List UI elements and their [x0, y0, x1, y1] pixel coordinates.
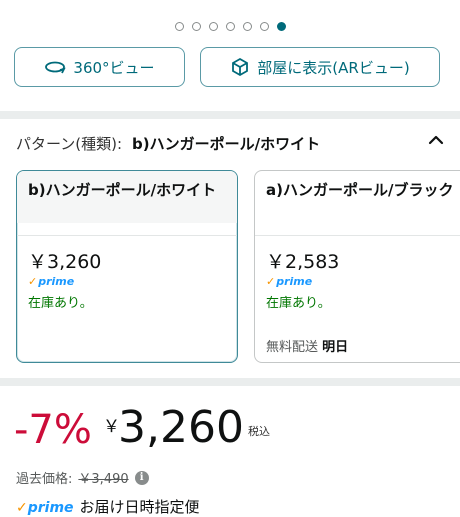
past-price-value: ￥3,490: [78, 472, 129, 487]
variation-label: パターン(種類):: [16, 134, 123, 153]
delivery-option: ✓prime お届け日時指定便: [16, 496, 200, 517]
past-price-label: 過去価格:: [16, 472, 73, 487]
option-stock: 在庫あり。: [28, 296, 93, 311]
carousel-dot[interactable]: [259, 22, 269, 31]
info-icon[interactable]: i: [134, 470, 149, 485]
option-stock: 在庫あり。: [266, 296, 331, 311]
rotate-360-icon: [45, 61, 67, 74]
variation-option-black[interactable]: a)ハンガーポール/ブラック ￥2,583 ✓prime 在庫あり。 無料配送 …: [254, 170, 460, 363]
chevron-up-icon[interactable]: [424, 128, 448, 152]
price-amount: 3,260: [118, 402, 244, 453]
variation-header[interactable]: パターン(種類): b)ハンガーポール/ホワイト: [16, 132, 320, 154]
option-title: a)ハンガーポール/ブラック: [266, 181, 454, 199]
variation-selected-value: b)ハンガーポール/ホワイト: [132, 134, 321, 153]
prime-logo: ✓prime: [16, 500, 74, 516]
discount-percent: -7%: [14, 407, 92, 453]
carousel-dot[interactable]: [191, 22, 201, 31]
ar-view-button[interactable]: 部屋に表示(ARビュー): [200, 47, 440, 87]
section-divider: [0, 111, 460, 119]
option-price: ￥2,583: [266, 251, 340, 273]
carousel-dot[interactable]: [225, 22, 235, 31]
carousel-dot[interactable]: [208, 22, 218, 31]
prime-check-icon: ✓: [16, 500, 28, 516]
past-price: 過去価格: ￥3,490 i: [16, 468, 149, 487]
ar-view-label: 部屋に表示(ARビュー): [257, 58, 410, 77]
carousel-dots: [0, 20, 460, 34]
option-divider: [255, 235, 460, 236]
carousel-dot[interactable]: [242, 22, 252, 31]
prime-check-icon: ✓: [28, 275, 38, 288]
prime-badge: ✓prime: [266, 275, 313, 288]
variation-option-white[interactable]: b)ハンガーポール/ホワイト ￥3,260 ✓prime 在庫あり。: [16, 170, 238, 363]
tax-note: 税込: [248, 425, 270, 438]
option-divider: [17, 235, 237, 236]
option-price: ￥3,260: [28, 251, 102, 273]
delivery-text: お届け日時指定便: [79, 498, 200, 516]
carousel-dot[interactable]: [276, 22, 286, 31]
section-divider: [0, 378, 460, 386]
carousel-dot[interactable]: [174, 22, 184, 31]
360-view-label: 360°ビュー: [73, 58, 155, 77]
prime-badge: ✓prime: [28, 275, 75, 288]
ar-cube-icon: [232, 57, 249, 77]
prime-check-icon: ✓: [266, 275, 276, 288]
option-title: b)ハンガーポール/ホワイト: [28, 181, 217, 199]
360-view-button[interactable]: 360°ビュー: [14, 47, 185, 87]
option-shipping: 無料配送 明日: [266, 340, 349, 355]
